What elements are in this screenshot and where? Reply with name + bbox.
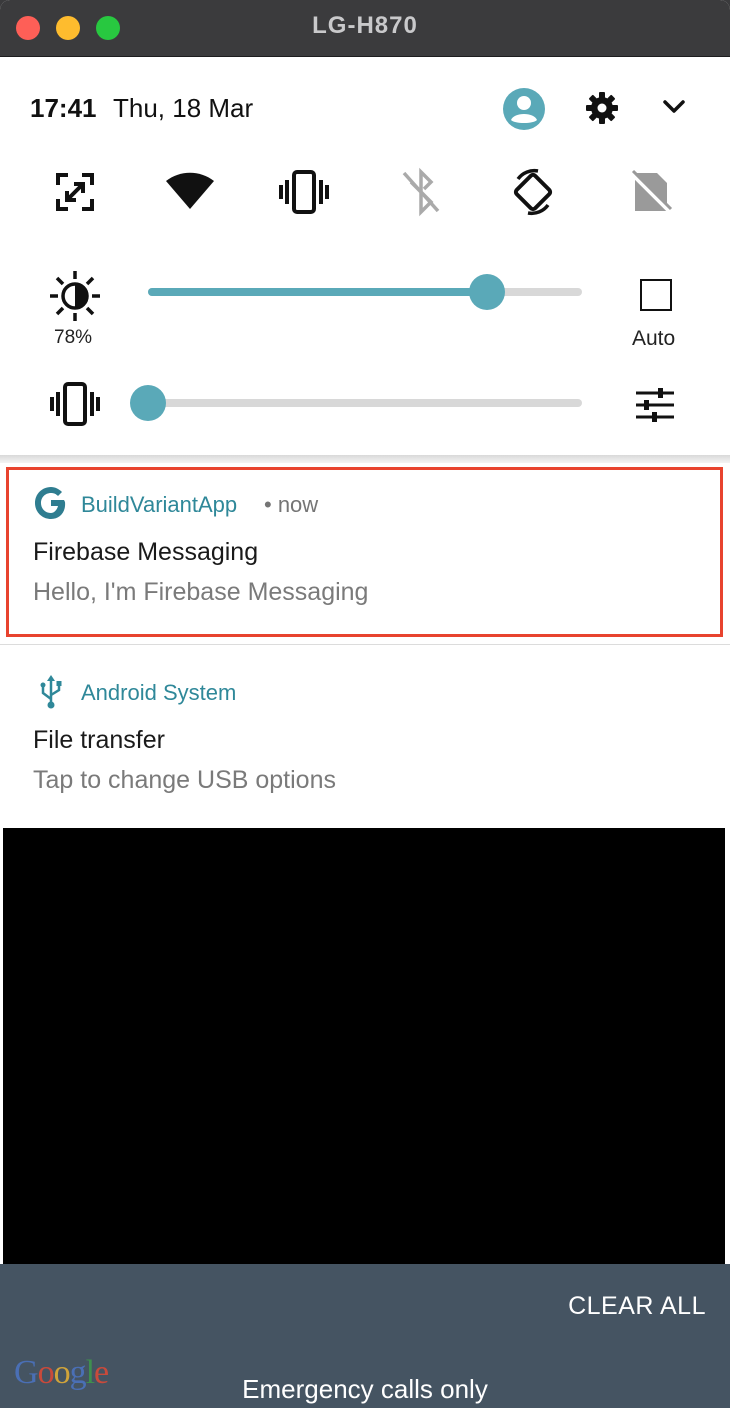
quick-settings-panel: 17:41 Thu, 18 Mar 78% Auto [0, 57, 730, 455]
notification-time: • now [264, 492, 319, 517]
notification-footer: CLEAR ALL Google Emergency calls only [0, 1264, 730, 1408]
auto-brightness-checkbox[interactable] [640, 279, 672, 311]
volume-slider[interactable] [130, 385, 582, 421]
notification-app-name: BuildVariantApp [81, 492, 238, 517]
vibrate-icon[interactable] [279, 167, 329, 217]
notification-text: Hello, I'm Firebase Messaging [33, 578, 369, 606]
sound-settings-icon[interactable] [634, 387, 676, 423]
volume-slider-thumb[interactable] [130, 385, 166, 421]
brightness-percent: 78% [54, 327, 93, 348]
window-title: LG-H870 [312, 12, 418, 39]
gear-icon[interactable] [584, 90, 620, 126]
clock-time: 17:41 [30, 93, 97, 123]
notification-title: Firebase Messaging [33, 538, 259, 566]
background-strip [725, 828, 730, 1264]
brightness-icon [50, 271, 100, 321]
wifi-icon[interactable] [165, 167, 215, 217]
title-bar: LG-H870 [0, 0, 730, 57]
clock-date: Thu, 18 Mar [113, 93, 254, 123]
auto-rotate-icon[interactable] [508, 167, 558, 217]
brightness-slider-thumb[interactable] [469, 274, 505, 310]
brightness-slider-fill [148, 288, 487, 296]
usb-icon [40, 675, 62, 709]
screen-backdrop [3, 828, 725, 1264]
chevron-down-icon[interactable] [662, 97, 686, 117]
brightness-slider[interactable] [148, 274, 582, 310]
notification-text: Tap to change USB options [33, 766, 336, 794]
notification-usb[interactable]: Android System File transfer Tap to chan… [0, 644, 730, 829]
emergency-calls-label: Emergency calls only [242, 1374, 488, 1404]
notification-title: File transfer [33, 726, 165, 754]
vibrate-mode-icon[interactable] [50, 379, 100, 429]
device-window: LG-H870 17:41 Thu, 18 Mar 78% Auto Build… [0, 0, 730, 1408]
user-account-icon[interactable] [502, 87, 546, 131]
no-sim-icon[interactable] [625, 167, 675, 217]
auto-brightness-label: Auto [632, 327, 676, 350]
screen-capture-icon[interactable] [50, 167, 100, 217]
panel-divider [0, 455, 730, 463]
clear-all-button[interactable]: CLEAR ALL [568, 1292, 706, 1321]
notification-app-name: Android System [81, 680, 237, 705]
google-g-icon [35, 487, 66, 519]
bluetooth-off-icon[interactable] [396, 167, 446, 217]
notification-firebase[interactable]: BuildVariantApp • now Firebase Messaging… [0, 463, 730, 643]
